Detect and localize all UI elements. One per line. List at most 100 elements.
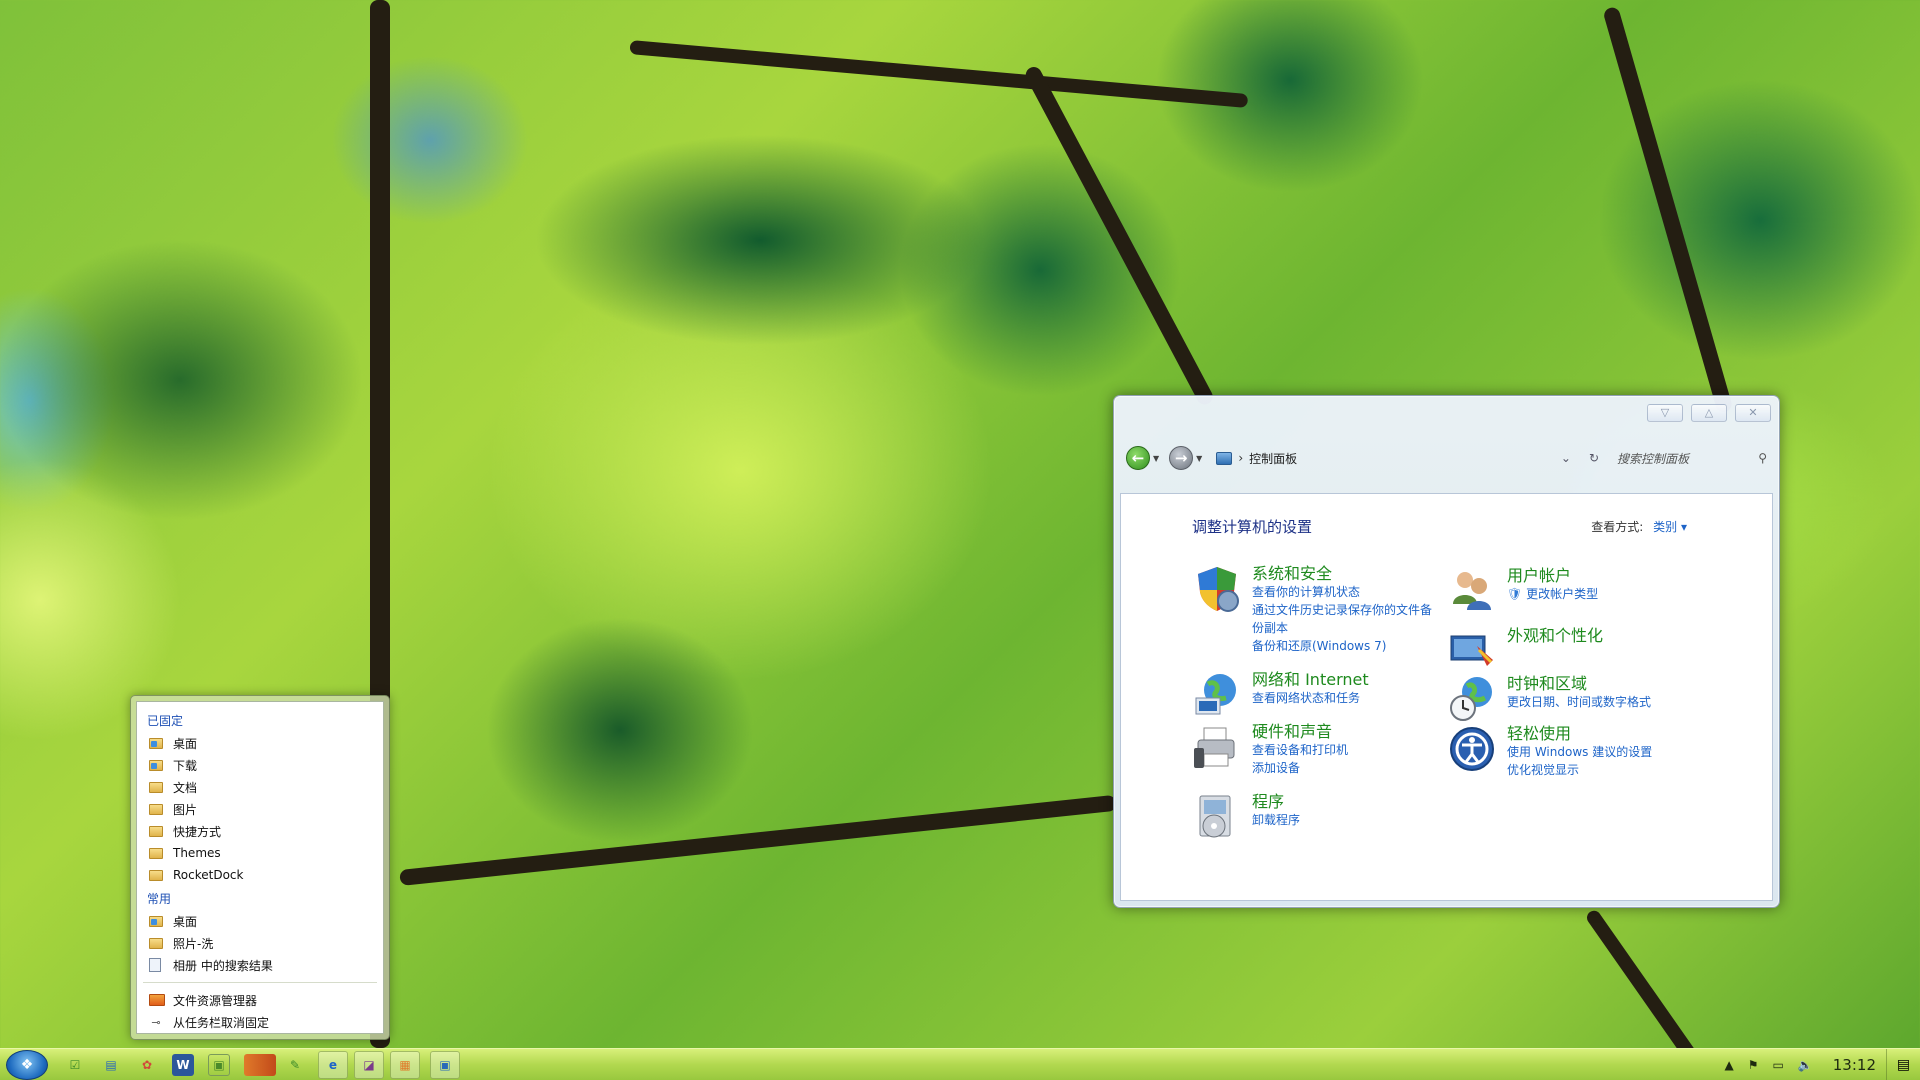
category-link[interactable]: 🛡 更改帐户类型 (1507, 585, 1598, 603)
jump-list-task[interactable]: ⊸ 从任务栏取消固定 (137, 1011, 383, 1033)
jump-list-item[interactable]: 桌面 (137, 732, 383, 754)
clock[interactable]: 13:12 (1833, 1056, 1876, 1074)
address-dropdown-icon[interactable]: ⌄ (1561, 451, 1571, 465)
network-globe-icon[interactable] (1192, 670, 1242, 720)
control-panel-content: 调整计算机的设置 查看方式: 类别 ▾ 系统和安全 查看你的计算机状态 通过文件… (1120, 493, 1773, 901)
category-appearance: 外观和个性化 (1447, 626, 1603, 676)
programs-icon[interactable] (1192, 792, 1242, 842)
taskbar-app-icon[interactable]: ▤ (100, 1054, 122, 1076)
jump-list-item[interactable]: 图片 (137, 798, 383, 820)
maximize-button[interactable]: △ (1691, 404, 1727, 422)
category-link[interactable]: 通过文件历史记录保存你的文件备份副本 (1252, 601, 1437, 637)
view-mode-label: 查看方式: (1591, 520, 1644, 534)
search-input[interactable]: 搜索控制面板 ⚲ (1617, 450, 1767, 467)
jump-list-item[interactable]: 照片-洗 (137, 932, 383, 954)
jump-list-item[interactable]: 桌面 (137, 910, 383, 932)
network-icon[interactable]: ▭ (1772, 1058, 1783, 1072)
jump-list-item[interactable]: 下载 (137, 754, 383, 776)
folder-icon (149, 781, 163, 793)
folder-icon (149, 847, 163, 859)
category-title[interactable]: 用户帐户 (1507, 566, 1598, 585)
category-network: 网络和 Internet 查看网络状态和任务 (1192, 670, 1369, 720)
taskbar-jump-list: 已固定 桌面 下载 文档 图片 快捷方式 Themes RocketDock 常… (130, 695, 390, 1040)
action-center-icon[interactable]: ▤ (1886, 1049, 1920, 1080)
category-ease-of-access: 轻松使用 使用 Windows 建议的设置 优化视觉显示 (1447, 724, 1652, 779)
refresh-icon[interactable]: ↻ (1589, 451, 1599, 465)
category-system-security: 系统和安全 查看你的计算机状态 通过文件历史记录保存你的文件备份副本 备份和还原… (1192, 564, 1437, 655)
taskbar-app-icon[interactable]: ◪ (354, 1051, 384, 1079)
category-link[interactable]: 使用 Windows 建议的设置 (1507, 743, 1652, 761)
ease-of-access-icon[interactable] (1447, 724, 1497, 774)
category-link[interactable]: 查看你的计算机状态 (1252, 583, 1437, 601)
category-link[interactable]: 查看网络状态和任务 (1252, 689, 1369, 707)
view-mode-dropdown[interactable]: 类别 ▾ (1653, 520, 1687, 534)
clock-globe-icon[interactable] (1447, 674, 1497, 724)
category-hardware-sound: 硬件和声音 查看设备和打印机 添加设备 (1192, 722, 1348, 777)
ie-icon[interactable]: e (318, 1051, 348, 1079)
appearance-icon[interactable] (1447, 626, 1497, 676)
windows-logo-icon: ❖ (20, 1057, 34, 1073)
category-link[interactable]: 卸载程序 (1252, 811, 1300, 829)
breadcrumb[interactable]: 控制面板 (1249, 450, 1297, 467)
jump-list-item[interactable]: 快捷方式 (137, 820, 383, 842)
category-title[interactable]: 时钟和区域 (1507, 674, 1651, 693)
control-panel-icon[interactable]: ▣ (430, 1051, 460, 1079)
volume-icon[interactable]: 🔈 (1798, 1058, 1813, 1072)
category-link[interactable]: 添加设备 (1252, 759, 1348, 777)
word-icon[interactable]: W (172, 1054, 194, 1076)
jump-list-item[interactable]: Themes (137, 842, 383, 864)
jump-list-section-frequent: 常用 (147, 892, 172, 906)
close-button[interactable]: ✕ (1735, 404, 1771, 422)
taskbar-app-icon[interactable]: ☑ (64, 1054, 86, 1076)
taskbar: ❖ ☑ ▤ ✿ W ▣ ✎ e ◪ ▦ ▣ ▲ ⚑ ▭ 🔈 13:12 ▤ (0, 1048, 1920, 1080)
category-title[interactable]: 系统和安全 (1252, 564, 1437, 583)
printer-icon[interactable] (1192, 722, 1242, 772)
minimize-button[interactable]: ▽ (1647, 404, 1683, 422)
wallpaper-branch (629, 40, 1249, 109)
address-toolbar: ← ▼ → ▼ › 控制面板 ⌄ ↻ 搜索控制面板 ⚲ (1126, 444, 1767, 472)
flag-icon[interactable]: ⚑ (1748, 1058, 1759, 1072)
forward-dropdown-icon[interactable]: ▼ (1196, 454, 1202, 463)
folder-icon (149, 825, 163, 837)
control-panel-window[interactable]: ▽ △ ✕ ← ▼ → ▼ › 控制面板 ⌄ ↻ 搜索控制面板 ⚲ 调整计算机的… (1113, 395, 1780, 908)
jump-list-item[interactable]: RocketDock (137, 864, 383, 886)
taskbar-app-icon[interactable]: ✿ (136, 1054, 158, 1076)
jump-list-section-pinned: 已固定 (147, 714, 184, 728)
category-title[interactable]: 轻松使用 (1507, 724, 1652, 743)
security-shield-icon[interactable] (1192, 564, 1242, 614)
show-hidden-icons-icon[interactable]: ▲ (1724, 1058, 1733, 1072)
forward-arrow-icon[interactable]: → (1169, 446, 1194, 470)
category-title[interactable]: 程序 (1252, 792, 1300, 811)
back-arrow-icon[interactable]: ← (1126, 446, 1150, 470)
folder-icon (149, 737, 163, 749)
search-placeholder: 搜索控制面板 (1617, 451, 1690, 466)
taskbar-app-icon[interactable] (244, 1054, 276, 1076)
folder-icon (149, 937, 163, 949)
category-link[interactable]: 优化视觉显示 (1507, 761, 1652, 779)
category-link[interactable]: 更改日期、时间或数字格式 (1507, 693, 1651, 711)
back-dropdown-icon[interactable]: ▼ (1153, 454, 1159, 463)
category-link[interactable]: 备份和还原(Windows 7) (1252, 637, 1437, 655)
wallpaper-branch (1022, 64, 1216, 408)
folder-icon (149, 915, 163, 927)
users-icon[interactable] (1447, 566, 1497, 616)
file-explorer-icon[interactable]: ▦ (390, 1051, 420, 1079)
unpin-icon: ⊸ (151, 1015, 161, 1029)
taskbar-app-icon[interactable]: ▣ (208, 1054, 230, 1076)
category-programs: 程序 卸载程序 (1192, 792, 1300, 842)
system-tray: ▲ ⚑ ▭ 🔈 13:12 (1724, 1049, 1876, 1080)
search-icon[interactable]: ⚲ (1758, 451, 1767, 465)
category-user-accounts: 用户帐户 🛡 更改帐户类型 (1447, 566, 1598, 616)
jump-list-item[interactable]: 文档 (137, 776, 383, 798)
jump-list-item[interactable]: 相册 中的搜索结果 (137, 954, 383, 976)
folder-icon (149, 803, 163, 815)
jump-list-task[interactable]: 文件资源管理器 (137, 989, 383, 1011)
taskbar-app-icon[interactable]: ✎ (284, 1054, 306, 1076)
chevron-right-icon[interactable]: › (1238, 451, 1243, 465)
window-caption-buttons: ▽ △ ✕ (1647, 404, 1771, 422)
category-title[interactable]: 硬件和声音 (1252, 722, 1348, 741)
category-title[interactable]: 外观和个性化 (1507, 626, 1603, 645)
category-link[interactable]: 查看设备和打印机 (1252, 741, 1348, 759)
start-button[interactable]: ❖ (6, 1050, 48, 1080)
category-title[interactable]: 网络和 Internet (1252, 670, 1369, 689)
